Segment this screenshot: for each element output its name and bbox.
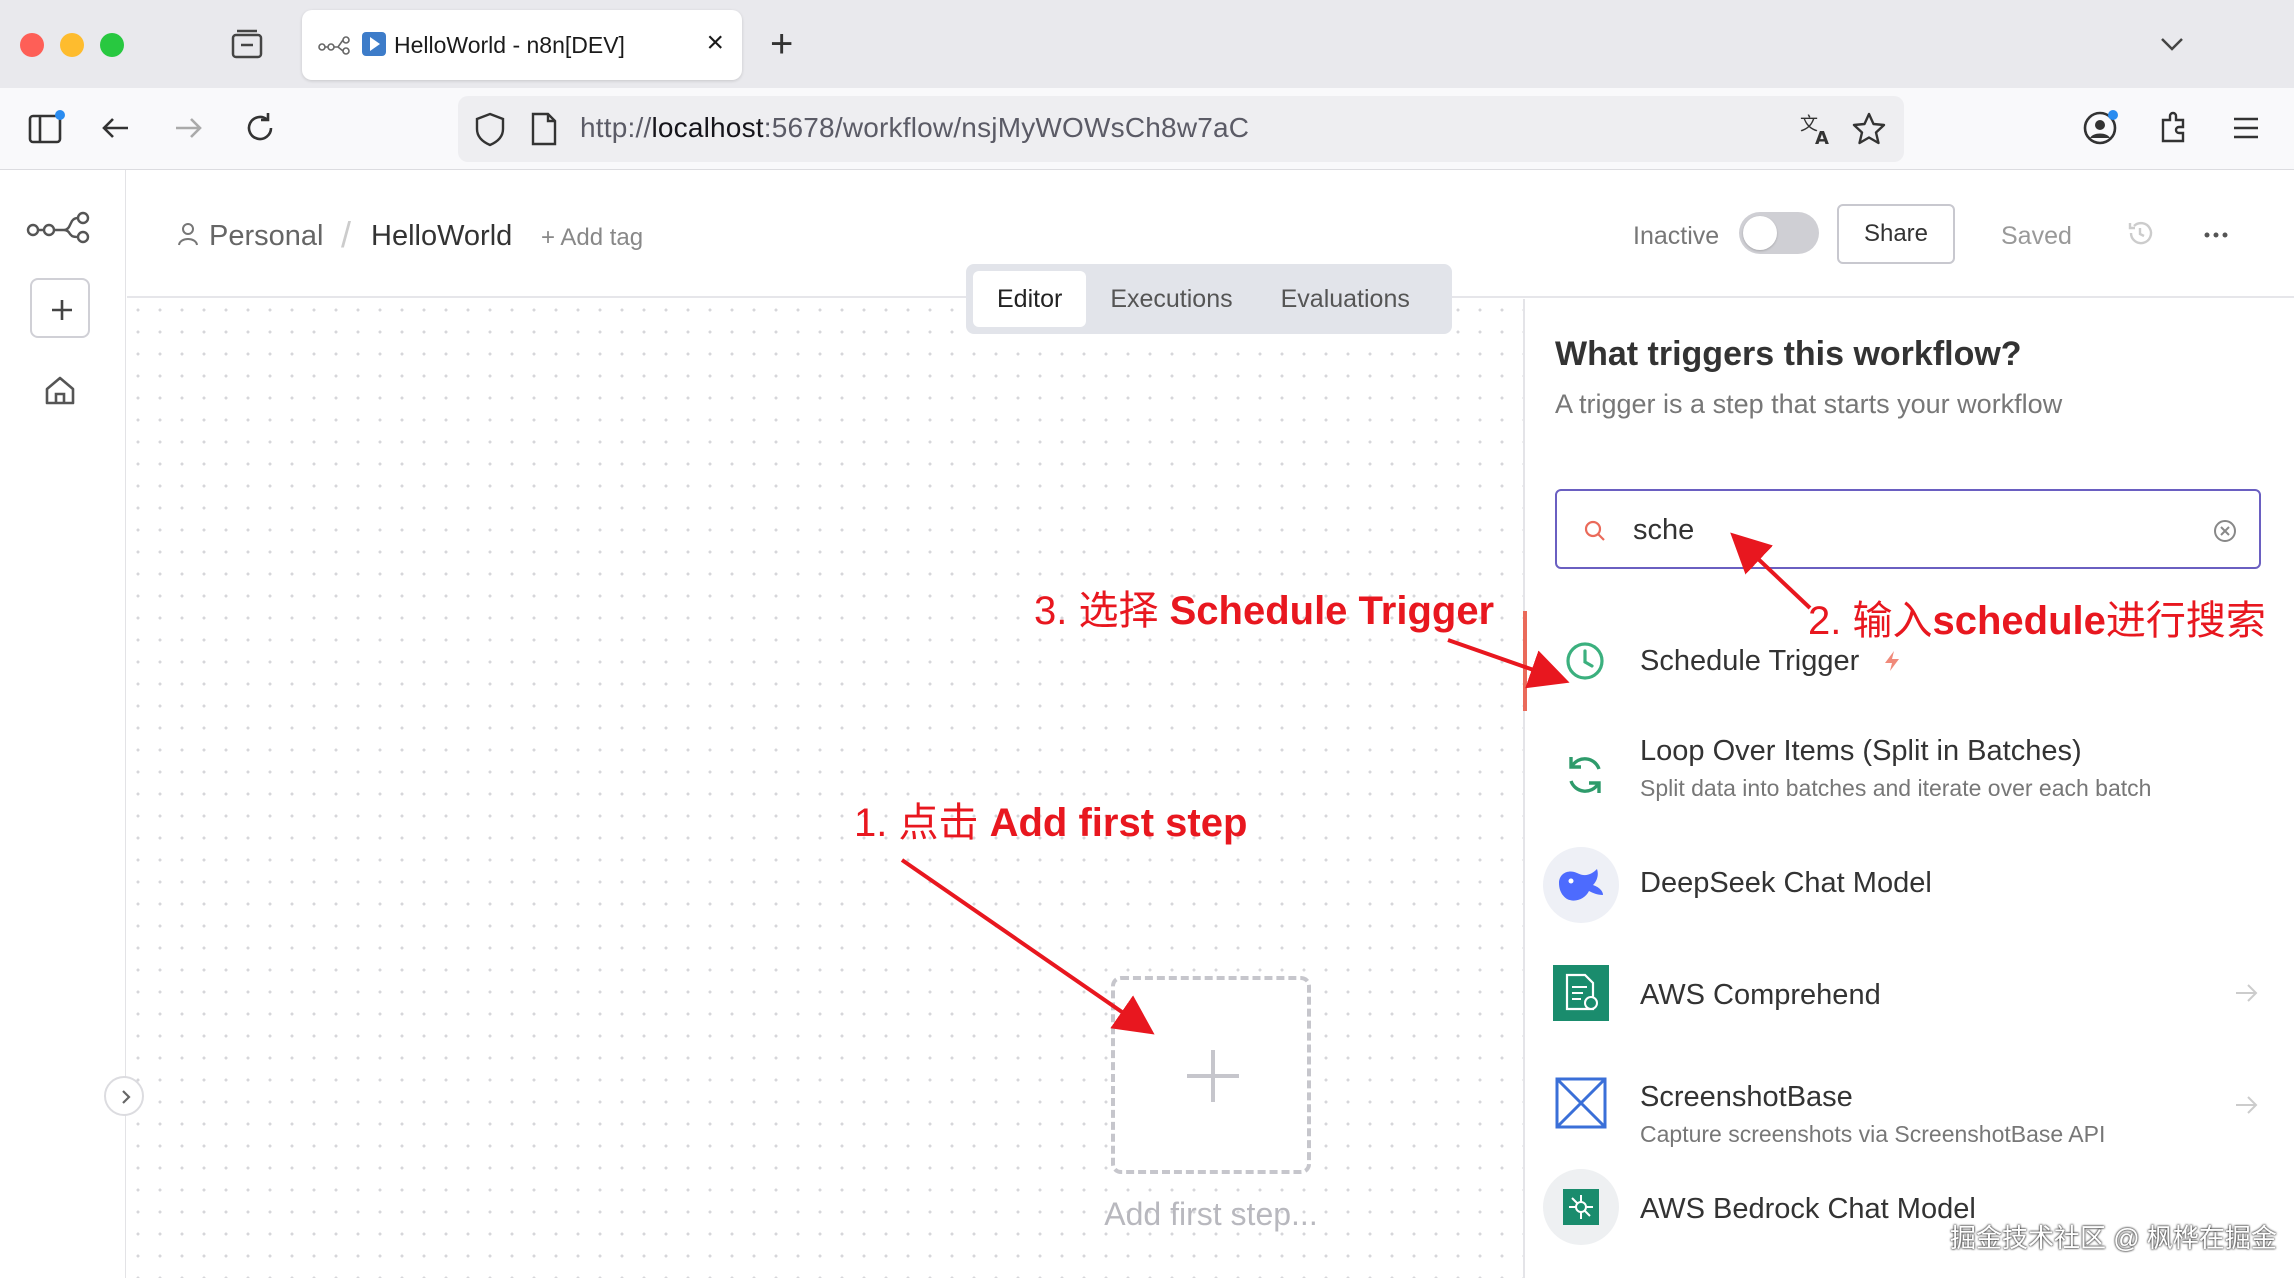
- svg-text:A: A: [1815, 128, 1829, 148]
- create-button[interactable]: [30, 278, 90, 338]
- plus-icon: [1187, 1050, 1239, 1102]
- chevron-down-icon[interactable]: [2156, 28, 2188, 60]
- add-first-step-label: Add first step...: [1104, 1196, 1318, 1232]
- node-item-aws-comprehend[interactable]: AWS Comprehend: [1525, 939, 2294, 1039]
- account-icon[interactable]: [2080, 108, 2120, 148]
- aws-bedrock-icon: [1543, 1169, 1619, 1245]
- more-options-icon[interactable]: [2201, 220, 2231, 250]
- breadcrumb-project[interactable]: Personal: [209, 220, 323, 253]
- add-first-step-button[interactable]: [1111, 976, 1311, 1174]
- node-name: Schedule Trigger: [1640, 645, 1860, 677]
- saved-status: Saved: [2001, 222, 2072, 250]
- tab-evaluations[interactable]: Evaluations: [1257, 271, 1434, 327]
- node-creator-panel: What triggers this workflow? A trigger i…: [1523, 299, 2294, 1278]
- aws-comprehend-icon: [1553, 965, 1609, 1021]
- node-item-screenshotbase[interactable]: ScreenshotBase Capture screenshots via S…: [1525, 1039, 2294, 1167]
- node-name: DeepSeek Chat Model: [1640, 867, 1932, 899]
- shield-icon[interactable]: [472, 110, 508, 148]
- user-icon: [178, 223, 198, 246]
- workflow-name[interactable]: HelloWorld: [371, 220, 512, 253]
- node-name: AWS Comprehend: [1640, 979, 1881, 1011]
- annotation-step2: 2. 输入schedule进行搜索: [1808, 599, 2266, 643]
- bookmark-star-icon[interactable]: [1850, 110, 1888, 148]
- extensions-puzzle-icon[interactable]: [2154, 108, 2194, 148]
- node-item-deepseek-chat-model[interactable]: DeepSeek Chat Model: [1525, 839, 2294, 939]
- breadcrumb-separator: /: [341, 214, 352, 255]
- chevron-right-icon: [122, 1090, 131, 1104]
- node-name: Loop Over Items (Split in Batches): [1640, 735, 2082, 767]
- window-zoom-button[interactable]: [100, 33, 124, 57]
- play-badge-icon: [362, 32, 386, 56]
- window-close-button[interactable]: [20, 33, 44, 57]
- tab-overview-icon[interactable]: [230, 28, 264, 62]
- arrow-right-icon: [2236, 984, 2258, 1002]
- loop-icon: [1569, 757, 1601, 793]
- workflow-canvas[interactable]: [127, 299, 1523, 1278]
- trigger-bolt-icon: [1885, 651, 1899, 671]
- search-icon: [1584, 520, 1605, 541]
- add-tag-button[interactable]: + Add tag: [541, 224, 643, 252]
- arrow-right-icon: [2236, 1096, 2258, 1114]
- node-name: ScreenshotBase: [1640, 1081, 1853, 1113]
- history-icon[interactable]: [2125, 218, 2155, 248]
- plus-icon: [52, 300, 72, 320]
- panel-subtitle: A trigger is a step that starts your wor…: [1555, 389, 2063, 419]
- view-switcher: Editor Executions Evaluations: [966, 264, 1452, 334]
- browser-tab-active[interactable]: HelloWorld - n8n[DEV] ×: [302, 10, 742, 80]
- tab-editor[interactable]: Editor: [973, 271, 1087, 327]
- workflow-status-label: Inactive: [1633, 222, 1720, 250]
- node-list: Schedule Trigger Loop Over Items (Split …: [1523, 611, 2294, 1267]
- forward-arrow-icon[interactable]: [168, 108, 208, 148]
- url-bar[interactable]: http://localhost:5678/workflow/nsjMyWOWs…: [458, 96, 1904, 162]
- node-description: Split data into batches and iterate over…: [1640, 775, 2152, 801]
- close-tab-icon[interactable]: ×: [706, 28, 724, 58]
- reload-icon[interactable]: [240, 108, 280, 148]
- menu-hamburger-icon[interactable]: [2226, 108, 2266, 148]
- node-description: Capture screenshots via ScreenshotBase A…: [1640, 1121, 2106, 1147]
- n8n-logo-icon[interactable]: [26, 210, 92, 244]
- activate-toggle[interactable]: [1739, 212, 1819, 254]
- new-tab-button[interactable]: +: [770, 20, 793, 68]
- node-search-box[interactable]: [1555, 489, 2261, 569]
- clear-search-icon[interactable]: [2211, 517, 2239, 545]
- browser-tab-bar: HelloWorld - n8n[DEV] × +: [0, 0, 2294, 88]
- translate-icon[interactable]: 文 A: [1798, 110, 1836, 148]
- app-sidebar: [0, 170, 126, 1278]
- watermark: 掘金技术社区 @ 枫桦在掘金: [1950, 1223, 2277, 1253]
- node-search-input[interactable]: [1633, 509, 2193, 551]
- expand-sidebar-button[interactable]: [104, 1076, 144, 1116]
- back-arrow-icon[interactable]: [96, 108, 136, 148]
- panel-title: What triggers this workflow?: [1555, 335, 2022, 373]
- sidebar-toggle-icon[interactable]: [26, 108, 66, 148]
- url-text[interactable]: http://localhost:5678/workflow/nsjMyWOWs…: [580, 112, 1249, 144]
- browser-toolbar: http://localhost:5678/workflow/nsjMyWOWs…: [0, 88, 2294, 170]
- annotation-step1: 1. 点击 Add first step: [854, 801, 1248, 845]
- clock-icon: [1566, 642, 1604, 680]
- home-icon[interactable]: [42, 372, 78, 408]
- node-item-loop-over-items[interactable]: Loop Over Items (Split in Batches) Split…: [1525, 711, 2294, 839]
- tab-executions[interactable]: Executions: [1086, 271, 1256, 327]
- deepseek-whale-icon: [1543, 847, 1619, 923]
- screenshotbase-icon: [1555, 1077, 1607, 1129]
- tab-title: HelloWorld - n8n[DEV]: [394, 32, 625, 58]
- annotation-step3: 3. 选择 Schedule Trigger: [1034, 589, 1495, 633]
- share-button[interactable]: Share: [1837, 204, 1955, 264]
- n8n-favicon-icon: [318, 36, 350, 55]
- window-minimize-button[interactable]: [60, 33, 84, 57]
- page-info-icon[interactable]: [528, 110, 560, 148]
- node-name: AWS Bedrock Chat Model: [1640, 1193, 1976, 1225]
